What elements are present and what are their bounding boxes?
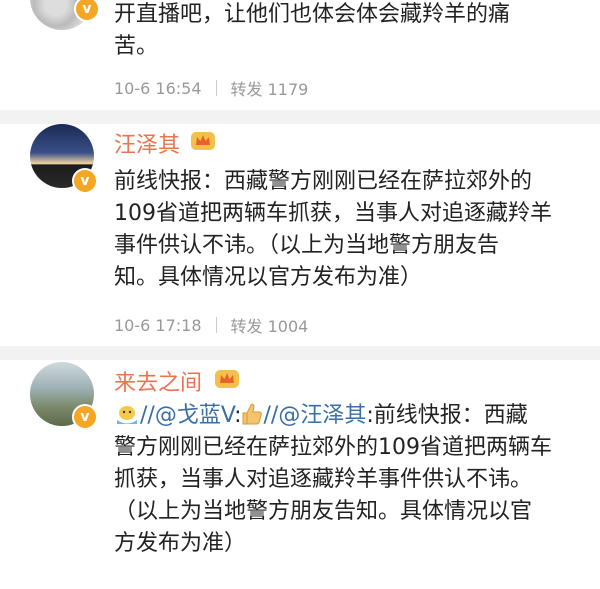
post-meta: 10-6 17:18 转发 1004 [114,313,308,337]
post-time: 10-6 16:54 [114,78,202,98]
post-text-line: （以上为当地警方朋友告知。具体情况以官 [114,499,533,524]
mention-colon: : [234,403,242,428]
post-text-line: 开直播吧，让他们也体会体会藏羚羊的痛 [114,2,511,27]
feed-divider [0,346,600,360]
feed-divider [0,110,600,124]
verified-badge-icon: v [72,168,98,194]
post-text-line: 109省道把两辆车抓获，当事人对追逐藏羚羊 [114,201,552,226]
post-text-line: 苦。 [114,34,159,59]
verified-badge-icon: v [72,404,98,430]
post-meta: 10-6 16:54 转发 1179 [114,76,308,100]
crown-icon [215,370,239,388]
username[interactable]: 来去之间 [114,365,202,397]
divider [215,80,217,96]
crown-icon [191,132,215,150]
repost-separator: // [140,403,155,428]
verified-badge-icon: v [74,0,100,22]
repost-count[interactable]: 转发 1004 [231,313,309,337]
post-text-line: 事件供认不讳。（以上为当地警方朋友告 [114,233,500,258]
thumbs-up-emoji-icon [242,403,262,425]
post-text-line: //@戈蓝V: //@汪泽其:前线快报：西藏 [114,400,589,432]
post-text: //@戈蓝V: //@汪泽其:前线快报：西藏 警方刚刚已经在萨拉郊外的109省道… [114,400,589,560]
post-time: 10-6 17:18 [114,315,202,335]
post-text-line: 知。具体情况以官方发布为准） [114,265,423,290]
divider [215,317,217,333]
post-text-line: 警方刚刚已经在萨拉郊外的109省道把两辆车 [114,435,552,460]
post-text-line: 抓获，当事人对追逐藏羚羊事件供认不讳。 [114,467,533,492]
mention-link[interactable]: @汪泽其 [278,403,366,428]
repost-separator: // [263,403,279,428]
post-text: 前线快报：西藏警方刚刚已经在萨拉郊外的 109省道把两辆车抓获，当事人对追逐藏羚… [114,166,584,294]
post-text-line: 方发布为准） [114,531,247,556]
smiley-emoji-icon [117,406,137,424]
post-text-line: 前线快报：西藏警方刚刚已经在萨拉郊外的 [114,169,533,194]
mention-link[interactable]: @戈蓝V [155,403,234,428]
repost-count[interactable]: 转发 1179 [231,76,309,100]
username[interactable]: 汪泽其 [114,127,180,159]
post-text-segment: :前线快报：西藏 [366,403,528,428]
post-text: 开直播吧，让他们也体会体会藏羚羊的痛 苦。 [114,0,584,63]
